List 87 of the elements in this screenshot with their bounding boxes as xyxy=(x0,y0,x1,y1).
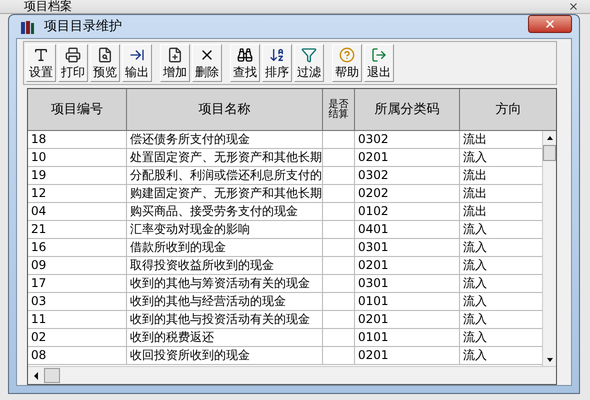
table-cell: 10 xyxy=(28,149,127,167)
table-cell: 偿还债务所支付的现金 xyxy=(127,131,323,149)
table-cell: 购买商品、接受劳务支付的现金 xyxy=(127,203,323,221)
table-cell: 收回投资所收到的现金 xyxy=(127,347,323,365)
table-cell: 21 xyxy=(28,221,127,239)
help-icon xyxy=(339,47,355,63)
table-cell xyxy=(323,239,355,257)
table-cell: 汇率变动对现金的影响 xyxy=(127,221,323,239)
toolbar-button[interactable]: 帮助 xyxy=(332,44,362,82)
table-cell: 0201 xyxy=(355,347,460,365)
toolbar-button[interactable]: 打印 xyxy=(58,44,88,82)
toolbar-button[interactable]: 退出 xyxy=(364,44,394,82)
table-cell: 收到的其他与投资活动有关的现金 xyxy=(127,311,323,329)
table-cell: 16 xyxy=(28,239,127,257)
window-title: 项目目录维护 xyxy=(44,18,122,36)
toolbar-button[interactable]: 增加 xyxy=(160,44,190,82)
table-cell: 0201 xyxy=(355,149,460,167)
table-cell: 04 xyxy=(28,203,127,221)
printer-icon xyxy=(65,47,81,63)
table-cell: 收到的税费返还 xyxy=(127,329,323,347)
table-cell xyxy=(323,329,355,347)
table-cell: 19 xyxy=(28,167,127,185)
text-icon xyxy=(33,47,49,63)
table-cell: 08 xyxy=(28,347,127,365)
table-cell: 0101 xyxy=(355,329,460,347)
table-cell: 09 xyxy=(28,257,127,275)
table-cell xyxy=(323,293,355,311)
table-cell: 02 xyxy=(28,329,127,347)
horizontal-scrollbar[interactable] xyxy=(28,366,556,384)
table-cell: 17 xyxy=(28,275,127,293)
close-icon xyxy=(544,18,556,30)
table-cell xyxy=(323,221,355,239)
toolbar-button[interactable]: 过滤 xyxy=(294,44,324,82)
table-cell xyxy=(323,275,355,293)
file-plus-icon xyxy=(167,47,183,63)
file-search-icon xyxy=(97,47,113,63)
table-cell: 18 xyxy=(28,131,127,149)
close-button[interactable] xyxy=(528,14,572,32)
column-header[interactable]: 是否结算 xyxy=(323,89,355,131)
table-cell xyxy=(323,167,355,185)
table-cell: 11 xyxy=(28,311,127,329)
sort-icon xyxy=(269,47,285,63)
table-cell: 购建固定资产、无形资产和其他长期 xyxy=(127,185,323,203)
column-header[interactable]: 项目编号 xyxy=(28,89,127,131)
toolbar-button[interactable]: 设置 xyxy=(26,44,56,82)
vertical-scrollbar[interactable] xyxy=(542,131,556,367)
export-arrow-icon xyxy=(129,47,145,63)
table-cell: 0201 xyxy=(355,257,460,275)
scroll-thumb[interactable] xyxy=(543,145,556,161)
table-cell: 收到的其他与经营活动的现金 xyxy=(127,293,323,311)
column-header[interactable]: 项目名称 xyxy=(127,89,323,131)
table-cell: 0301 xyxy=(355,239,460,257)
table-cell: 收到的其他与筹资活动有关的现金 xyxy=(127,275,323,293)
table-cell: 借款所收到的现金 xyxy=(127,239,323,257)
table-cell xyxy=(323,131,355,149)
toolbar-button[interactable]: 输出 xyxy=(122,44,152,82)
table-cell: 0201 xyxy=(355,311,460,329)
table-cell: 03 xyxy=(28,293,127,311)
table-cell: 0202 xyxy=(355,185,460,203)
table-cell: 处置固定资产、无形资产和其他长期 xyxy=(127,149,323,167)
table-cell: 12 xyxy=(28,185,127,203)
table-cell xyxy=(323,311,355,329)
books-icon xyxy=(20,18,36,34)
table-cell xyxy=(323,257,355,275)
table-cell: 0401 xyxy=(355,221,460,239)
scroll-thumb[interactable] xyxy=(44,368,60,383)
table-cell xyxy=(323,347,355,365)
toolbar-button[interactable]: 删除 xyxy=(192,44,222,82)
table-cell xyxy=(323,203,355,221)
column-header[interactable]: 所属分类码 xyxy=(355,89,460,131)
toolbar-button[interactable]: 排序 xyxy=(262,44,292,82)
table-cell: 0101 xyxy=(355,293,460,311)
table-cell: 0302 xyxy=(355,131,460,149)
table-cell: 0102 xyxy=(355,203,460,221)
window-title: 项目档案 xyxy=(24,0,72,13)
table-cell: 0302 xyxy=(355,167,460,185)
table-cell xyxy=(323,149,355,167)
table-cell: 0301 xyxy=(355,275,460,293)
toolbar-button[interactable]: 查找 xyxy=(230,44,260,82)
table-cell xyxy=(323,185,355,203)
binoculars-icon xyxy=(237,47,253,63)
filter-icon xyxy=(301,47,317,63)
toolbar-button[interactable]: 预览 xyxy=(90,44,120,82)
close-icon xyxy=(568,0,578,12)
exit-door-icon xyxy=(371,47,387,63)
table-cell: 分配股利、利润或偿还利息所支付的 xyxy=(127,167,323,185)
table-cell: 取得投资收益所收到的现金 xyxy=(127,257,323,275)
